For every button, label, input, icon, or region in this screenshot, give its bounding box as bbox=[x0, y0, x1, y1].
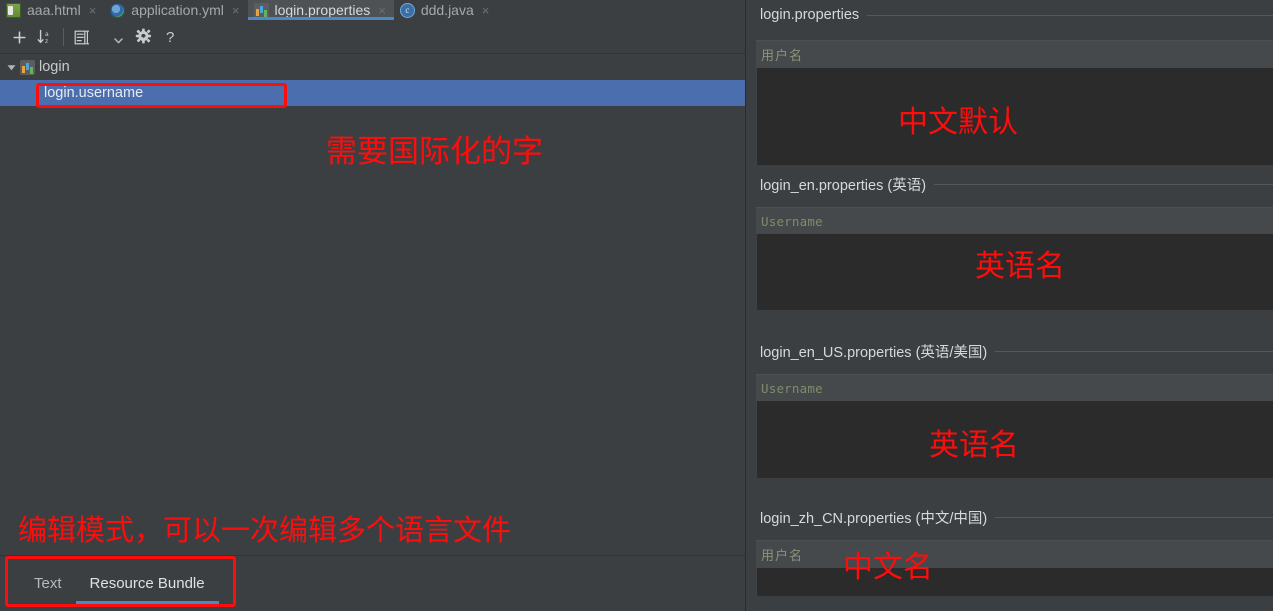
close-icon[interactable]: × bbox=[482, 4, 490, 17]
close-icon[interactable]: × bbox=[232, 4, 240, 17]
editor-tab-label: login.properties bbox=[274, 2, 371, 18]
editor-tab-label: aaa.html bbox=[27, 2, 81, 18]
bundle-value-input[interactable]: 用户名 bbox=[756, 540, 1273, 568]
tree-root-row[interactable]: login bbox=[0, 54, 745, 80]
svg-text:?: ? bbox=[166, 29, 174, 45]
bundle-sections-scroll[interactable]: login.properties 用户名 login_en.properties (… bbox=[746, 0, 1273, 611]
bundle-section-title: login_zh_CN.properties (中文/中国) bbox=[760, 510, 988, 527]
section-divider-rule bbox=[995, 516, 1273, 518]
chevron-down-icon[interactable] bbox=[105, 24, 131, 50]
editor-tab-label: ddd.java bbox=[420, 2, 474, 18]
properties-file-icon bbox=[253, 2, 269, 18]
editor-tab-application-yml[interactable]: application.yml × bbox=[104, 0, 247, 20]
bundle-value-input[interactable]: Username bbox=[756, 374, 1273, 401]
bundle-section-header: login.properties bbox=[756, 4, 1273, 26]
tree-root-label: login bbox=[39, 59, 70, 75]
bundle-value-text: 用户名 bbox=[761, 549, 804, 564]
properties-bundle-icon bbox=[20, 59, 35, 75]
svg-text:z: z bbox=[45, 38, 48, 45]
bundle-section-header: login_en_US.properties (英语/美国) bbox=[756, 339, 1273, 363]
bundle-value-input[interactable]: 用户名 bbox=[756, 40, 1273, 68]
section-divider-rule bbox=[934, 183, 1273, 185]
svg-text:a: a bbox=[45, 31, 49, 38]
group-by-prefix-icon[interactable] bbox=[69, 24, 95, 50]
add-property-button[interactable] bbox=[6, 24, 32, 50]
toolbar-separator bbox=[63, 28, 64, 46]
section-divider-rule bbox=[995, 350, 1273, 352]
tree-key-label: login.username bbox=[44, 85, 144, 101]
right-pane-bundle-values: login.properties 用户名 login_en.properties (… bbox=[746, 0, 1273, 611]
left-pane: aaa.html × application.yml × login.propertie… bbox=[0, 0, 746, 611]
editor-tab-strip: aaa.html × application.yml × login.propertie… bbox=[0, 0, 745, 20]
bundle-section-header: login_zh_CN.properties (中文/中国) bbox=[756, 505, 1273, 529]
view-tab-resource-bundle[interactable]: Resource Bundle bbox=[75, 564, 219, 604]
sort-alphabetically-icon[interactable]: a z bbox=[32, 24, 58, 50]
expand-collapse-triangle-icon[interactable] bbox=[2, 54, 20, 80]
settings-gear-icon[interactable] bbox=[131, 24, 157, 50]
bundle-value-editor-area[interactable] bbox=[756, 401, 1273, 478]
bundle-value-input[interactable]: Username bbox=[756, 207, 1273, 234]
bundle-value-text: Username bbox=[761, 213, 823, 229]
java-file-icon bbox=[399, 2, 415, 18]
tree-key-row[interactable]: login.username bbox=[0, 80, 745, 106]
help-icon[interactable]: ? bbox=[157, 24, 183, 50]
yaml-file-icon bbox=[110, 2, 126, 18]
close-icon[interactable]: × bbox=[89, 4, 97, 17]
editor-tab-login-properties[interactable]: login.properties × bbox=[247, 0, 395, 20]
section-divider-rule bbox=[867, 14, 1273, 16]
resource-bundle-toolbar: a z ? bbox=[0, 21, 745, 54]
bundle-value-editor-area[interactable] bbox=[756, 68, 1273, 165]
editor-tab-ddd-java[interactable]: ddd.java × bbox=[394, 0, 498, 20]
properties-key-tree[interactable]: login login.username bbox=[0, 54, 745, 555]
bundle-section-title: login_en_US.properties (英语/美国) bbox=[760, 344, 988, 361]
view-tab-text[interactable]: Text bbox=[20, 564, 76, 604]
bundle-section-header: login_en.properties (英语) bbox=[756, 172, 1273, 196]
bundle-section-title: login.properties bbox=[760, 7, 860, 23]
editor-view-tabs: Text Resource Bundle bbox=[0, 555, 745, 611]
bundle-value-editor-area[interactable] bbox=[756, 568, 1273, 596]
resource-bundle-editor-window: aaa.html × application.yml × login.propertie… bbox=[0, 0, 1273, 611]
bundle-value-text: Username bbox=[761, 380, 823, 396]
editor-tab-aaa-html[interactable]: aaa.html × bbox=[0, 0, 104, 20]
bundle-value-editor-area[interactable] bbox=[756, 234, 1273, 310]
editor-tab-label: application.yml bbox=[131, 2, 224, 18]
bundle-value-text: 用户名 bbox=[761, 49, 804, 64]
html-file-icon bbox=[6, 2, 21, 18]
bundle-section-title: login_en.properties (英语) bbox=[760, 177, 927, 194]
close-icon[interactable]: × bbox=[378, 4, 386, 17]
